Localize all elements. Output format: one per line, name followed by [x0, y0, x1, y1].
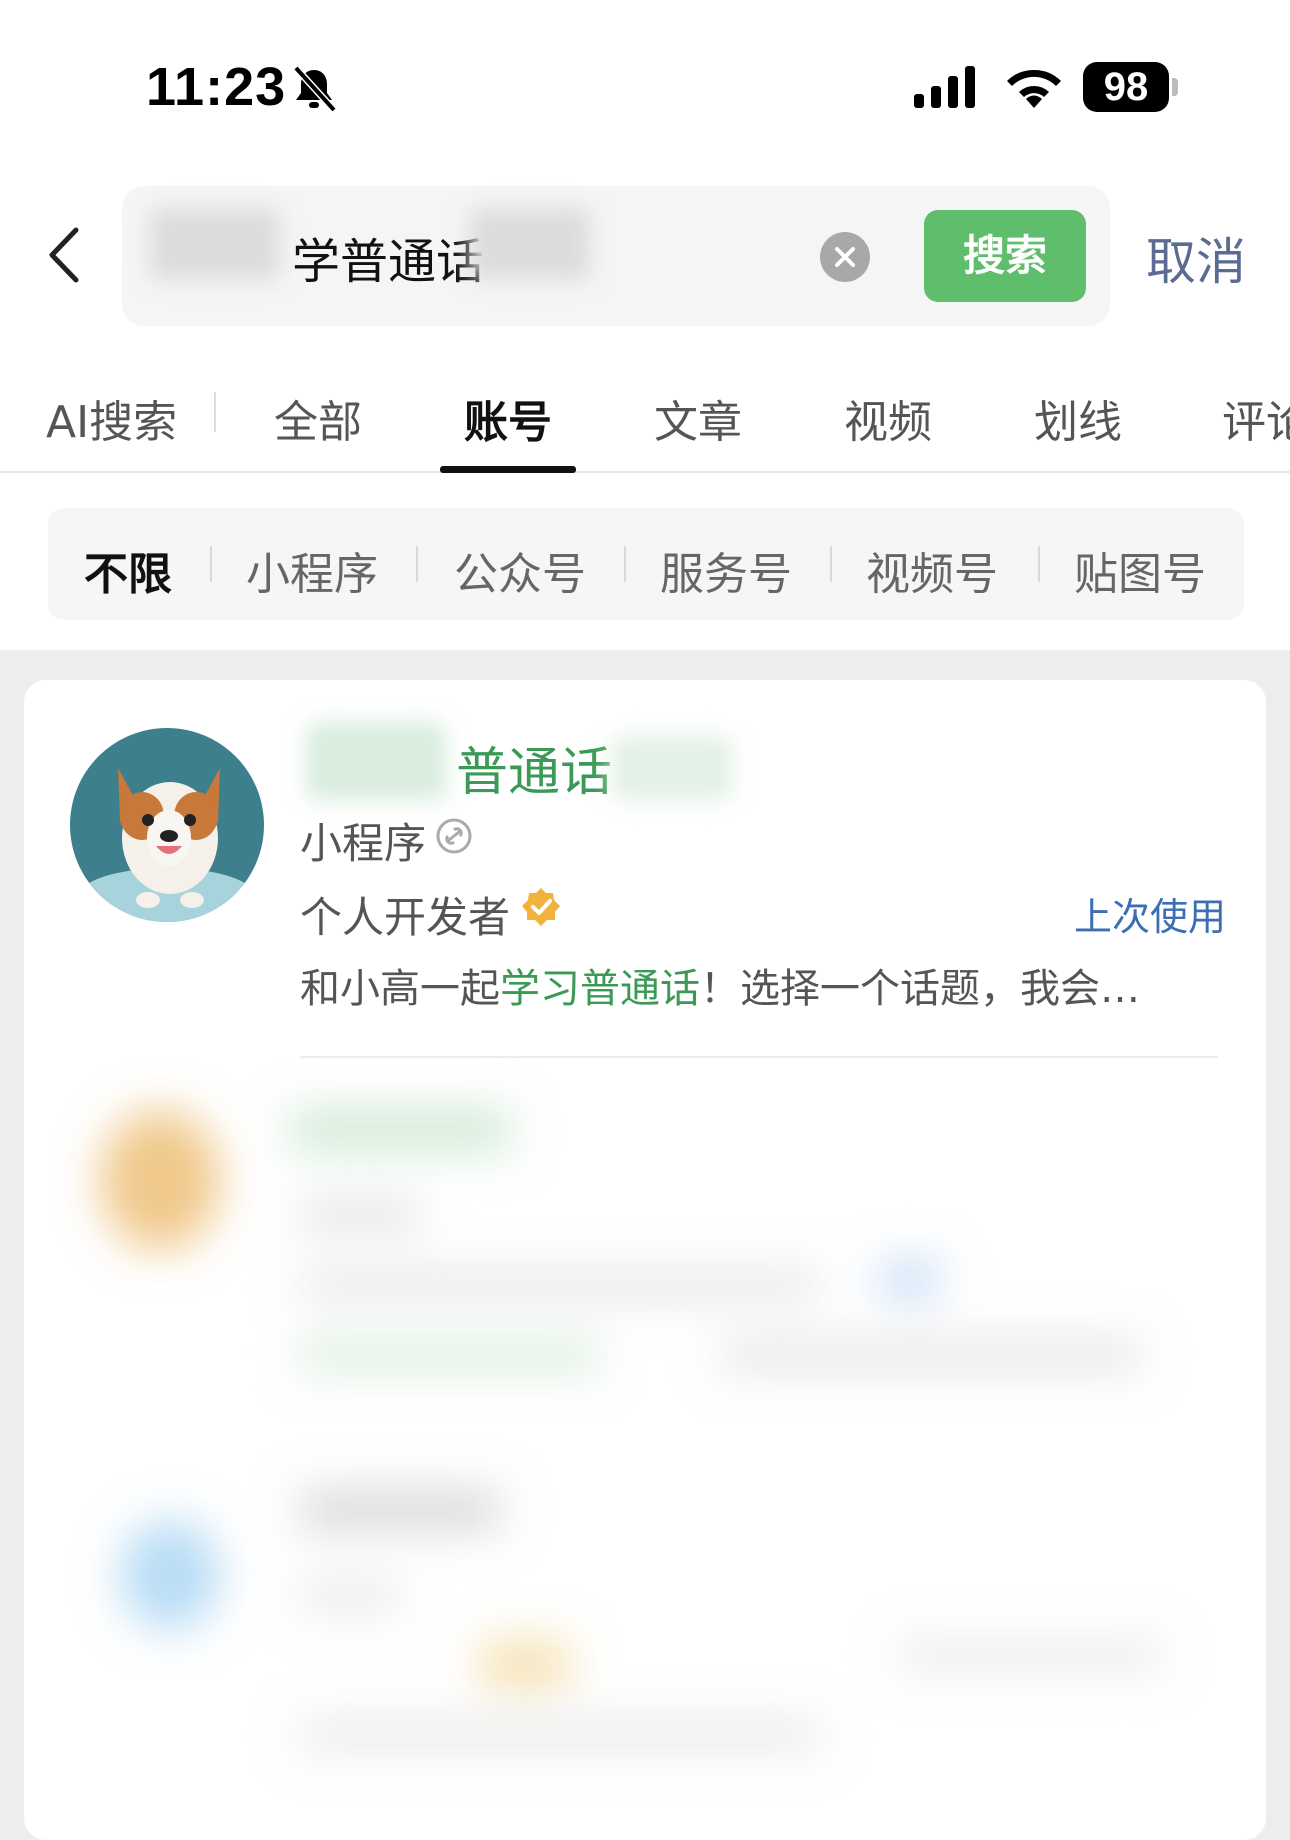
blurred-line	[300, 1580, 400, 1610]
filter-unlimited[interactable]: 不限	[84, 538, 172, 602]
result-type: 小程序	[300, 819, 427, 868]
filter-separator	[416, 546, 418, 582]
filter-mini-program[interactable]: 小程序	[246, 538, 378, 602]
filter-service-account[interactable]: 服务号	[660, 538, 792, 602]
clear-icon[interactable]	[820, 232, 870, 282]
blurred-avatar	[120, 1520, 220, 1630]
tab-videos[interactable]: 视频	[844, 386, 932, 450]
blurred-title	[290, 1110, 510, 1150]
signal-icon	[914, 66, 975, 108]
redacted-blur	[612, 736, 732, 800]
filter-channels[interactable]: 视频号	[866, 538, 998, 602]
blurred-line	[300, 1720, 820, 1750]
search-input[interactable]: 学普通话	[292, 222, 484, 292]
blurred-line	[900, 1640, 1160, 1670]
blurred-line	[480, 1640, 570, 1690]
tab-highlights[interactable]: 划线	[1034, 386, 1122, 450]
tab-all[interactable]: 全部	[274, 386, 362, 450]
result-description: 和小高一起学习普通话！选择一个话题，我会…	[300, 956, 1140, 1014]
result-title[interactable]: 普通话	[456, 730, 612, 805]
tab-ai-search[interactable]: AI搜索	[46, 386, 177, 450]
filter-bar	[48, 508, 1244, 620]
tabs-divider-line	[0, 471, 1290, 473]
filter-image-posts[interactable]: 贴图号	[1074, 538, 1206, 602]
tab-comments[interactable]: 评论	[1222, 386, 1290, 450]
filter-separator	[210, 546, 212, 582]
blurred-line	[300, 1340, 600, 1370]
tab-accounts[interactable]: 账号	[464, 386, 552, 450]
search-button[interactable]: 搜索	[924, 210, 1086, 302]
filter-separator	[1038, 546, 1040, 582]
back-icon[interactable]	[44, 224, 84, 286]
link-icon	[436, 818, 472, 854]
active-tab-indicator	[440, 466, 576, 473]
blurred-title	[300, 1490, 500, 1530]
blurred-line	[880, 1260, 940, 1300]
blurred-line	[300, 1270, 820, 1300]
wifi-icon	[1007, 69, 1061, 108]
filter-official-account[interactable]: 公众号	[454, 538, 586, 602]
blurred-line	[720, 1340, 1140, 1370]
avatar[interactable]	[70, 728, 264, 922]
redacted-blur	[470, 208, 590, 280]
filter-separator	[830, 546, 832, 582]
desc-prefix: 和小高一起	[300, 966, 500, 1012]
battery-indicator: 98	[1083, 62, 1169, 112]
cancel-button[interactable]: 取消	[1146, 222, 1246, 294]
bell-muted-icon	[293, 65, 337, 113]
redacted-blur	[150, 208, 280, 280]
battery-tip	[1172, 78, 1178, 96]
last-used-label: 上次使用	[1074, 895, 1227, 939]
developer-label: 个人开发者	[300, 893, 511, 942]
verified-icon	[522, 888, 560, 926]
filter-separator	[624, 546, 626, 582]
tab-articles[interactable]: 文章	[654, 386, 742, 450]
desc-suffix: ！选择一个话题，我会…	[700, 966, 1140, 1012]
status-time: 11:23	[146, 57, 287, 117]
blurred-avatar	[100, 1110, 220, 1250]
tab-divider	[214, 392, 216, 432]
desc-highlight: 学习普通话	[500, 966, 700, 1012]
blurred-line	[300, 1200, 420, 1230]
result-separator	[300, 1056, 1218, 1058]
redacted-blur	[306, 722, 446, 800]
